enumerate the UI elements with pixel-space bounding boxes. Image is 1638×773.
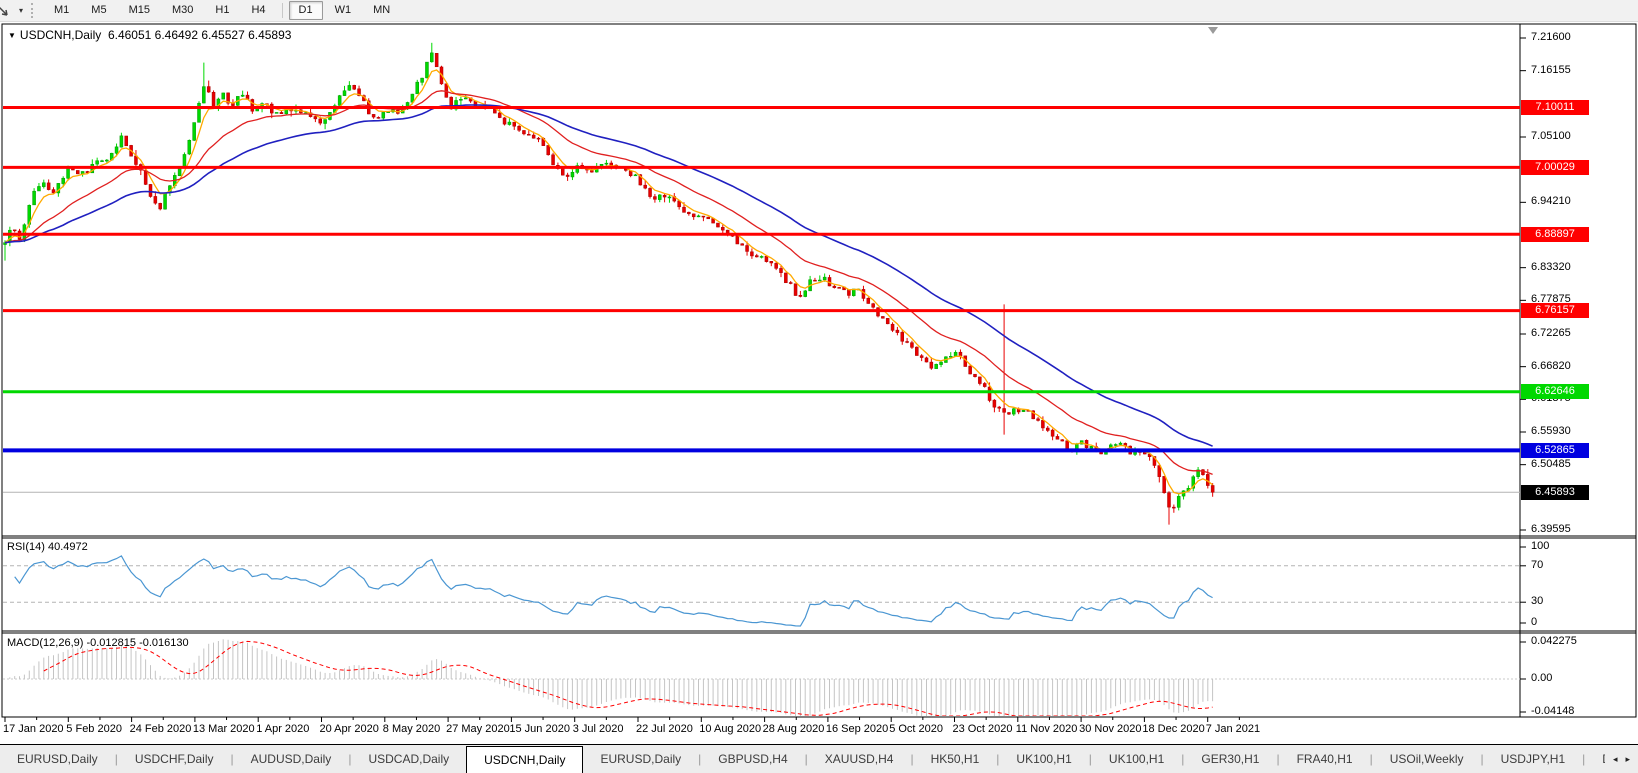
macd-axis-label: -0.04148 — [1531, 705, 1575, 717]
tab-usoil-weekly[interactable]: USOil,Weekly — [1373, 745, 1481, 773]
date-axis-label: 16 Sep 2020 — [825, 723, 889, 735]
rsi-axis-label: 100 — [1531, 540, 1550, 552]
price-axis-label: 6.66820 — [1531, 359, 1571, 372]
tab-uk100-h1[interactable]: UK100,H1 — [1092, 745, 1181, 773]
price-axis-label: 6.39595 — [1531, 523, 1571, 535]
level-badge: 6.88897 — [1521, 226, 1589, 242]
chart-tabs-bar: EURUSD,Daily | USDCHF,Daily | AUDUSD,Daily | U… — [0, 744, 1638, 773]
date-axis-label: 1 Apr 2020 — [256, 723, 310, 735]
tab-dj30-daily[interactable]: DJ30,Daily — [1585, 745, 1605, 773]
level-badge: 7.00029 — [1521, 159, 1589, 175]
date-axis-label: 23 Oct 2020 — [952, 723, 1013, 735]
current-price-badge: 6.45893 — [1521, 484, 1589, 500]
price-axis-label: 7.21600 — [1531, 31, 1571, 43]
level-badge: 6.52865 — [1521, 442, 1589, 458]
tab-uk100-h1[interactable]: UK100,H1 — [999, 745, 1088, 773]
date-axis-label: 28 Aug 2020 — [762, 723, 825, 735]
date-axis-label: 11 Nov 2020 — [1015, 723, 1078, 735]
date-axis-label: 17 Jan 2020 — [3, 723, 64, 735]
tab-usdjpy-h1[interactable]: USDJPY,H1 — [1484, 745, 1582, 773]
level-badge: 6.76157 — [1521, 303, 1589, 319]
chart-ohlc-values: 6.46051 6.46492 6.45527 6.45893 — [107, 28, 292, 42]
price-axis-label: 6.55930 — [1531, 424, 1571, 437]
chart-dropdown-icon[interactable]: ▼ — [8, 31, 16, 40]
price-axis-label: 6.50485 — [1531, 457, 1571, 470]
price-axis-label: 6.83320 — [1531, 260, 1571, 273]
price-axis-label: 7.16155 — [1531, 63, 1571, 76]
tabs-scroll-left-button[interactable]: ◂ — [1613, 754, 1618, 765]
rsi-axis-label: 70 — [1531, 558, 1544, 571]
tab-hk50-h1[interactable]: HK50,H1 — [914, 745, 997, 773]
tab-audusd-daily[interactable]: AUDUSD,Daily — [234, 745, 349, 773]
chart-symbol-period: USDCNH,Daily — [19, 28, 102, 42]
tab-usdchf-daily[interactable]: USDCHF,Daily — [118, 745, 231, 773]
tab-xauusd-h4[interactable]: XAUUSD,H4 — [808, 745, 911, 773]
date-axis-label: 10 Aug 2020 — [699, 723, 762, 735]
tabs-scroll-right-button[interactable]: ▸ — [1625, 754, 1630, 765]
macd-axis-label: 0.00 — [1531, 672, 1553, 684]
date-axis-label: 7 Jan 2021 — [1205, 723, 1261, 735]
price-axis-label: 7.05100 — [1531, 129, 1571, 142]
tab-eurusd-daily[interactable]: EURUSD,Daily — [583, 745, 698, 773]
date-axis-label: 15 Jun 2020 — [509, 723, 570, 735]
tab-usdcad-daily[interactable]: USDCAD,Daily — [351, 745, 466, 773]
date-axis-label: 5 Oct 2020 — [889, 723, 944, 735]
tab-usdcnh-daily[interactable]: USDCNH,Daily — [466, 746, 584, 773]
tab-eurusd-daily[interactable]: EURUSD,Daily — [0, 745, 115, 773]
price-axis-label: 6.72265 — [1531, 326, 1571, 339]
macd-indicator-label: MACD(12,26,9) -0.012815 -0.016130 — [7, 637, 189, 649]
date-axis-label: 13 Mar 2020 — [192, 723, 255, 735]
chart-title: ▼ USDCNH,Daily 6.46051 6.46492 6.45527 6.… — [8, 28, 291, 42]
rsi-indicator-label: RSI(14) 40.4972 — [7, 541, 88, 553]
chart-frame — [1, 23, 1637, 718]
date-axis-label: 5 Feb 2020 — [66, 723, 122, 735]
date-axis-label: 27 May 2020 — [446, 723, 510, 735]
rsi-axis-label: 0 — [1531, 616, 1538, 628]
tab-ger30-h1[interactable]: GER30,H1 — [1184, 745, 1276, 773]
trading-platform-window: ▾ M1 M5 M15 M30 H1 H4 D1 W1 MN ▼ USDCNH,Daily 6.4… — [0, 0, 1638, 773]
level-badge: 6.62646 — [1521, 384, 1589, 400]
date-axis-label: 22 Jul 2020 — [636, 723, 693, 735]
rsi-axis-label: 30 — [1531, 595, 1544, 608]
tab-fra40-h1[interactable]: FRA40,H1 — [1280, 745, 1370, 773]
chart-canvas[interactable] — [0, 0, 1638, 773]
date-axis-label: 3 Jul 2020 — [572, 723, 624, 735]
tab-gbpusd-h4[interactable]: GBPUSD,H4 — [701, 745, 804, 773]
date-axis-label: 24 Feb 2020 — [129, 723, 192, 735]
date-axis-label: 30 Nov 2020 — [1079, 723, 1142, 735]
macd-axis-label: 0.042275 — [1531, 635, 1577, 647]
price-axis-label: 6.94210 — [1531, 195, 1571, 208]
level-badge: 7.10011 — [1521, 100, 1589, 116]
date-axis-label: 18 Dec 2020 — [1142, 723, 1205, 735]
date-axis-label: 8 May 2020 — [382, 723, 441, 735]
date-axis-label: 20 Apr 2020 — [319, 723, 379, 735]
